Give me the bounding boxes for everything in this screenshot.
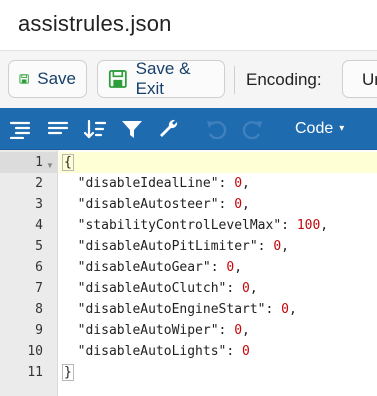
mode-selector[interactable]: Code ▾: [295, 120, 344, 138]
json-value: 0: [281, 302, 289, 317]
json-editor[interactable]: 1 ▼ 2 3 4 5 6 7 8 9 10 11 { "disableIdea…: [0, 150, 377, 396]
line-number: 8: [35, 302, 43, 317]
save-icon: [108, 70, 127, 88]
save-button[interactable]: Save: [8, 60, 87, 98]
line-number: 2: [35, 176, 43, 191]
save-exit-button[interactable]: Save & Exit: [97, 59, 225, 98]
editor-toolbar: Code ▾: [0, 108, 377, 150]
close-brace: }: [62, 364, 74, 381]
line-number: 10: [27, 344, 43, 359]
json-key: "disableAutoGear": [77, 260, 211, 275]
action-bar: Save Save & Exit Encoding: Ur: [0, 50, 377, 108]
save-button-label: Save: [37, 69, 76, 88]
fold-arrow-icon[interactable]: ▼: [46, 161, 54, 170]
json-separator: ,: [234, 260, 243, 275]
redo-icon[interactable]: [242, 119, 264, 139]
mode-label: Code: [295, 120, 334, 137]
code-line[interactable]: "disableIdealLine": 0,: [62, 173, 250, 194]
encoding-label: Encoding:: [246, 70, 322, 89]
compact-icon[interactable]: [47, 119, 69, 139]
code-line[interactable]: "disableAutoWiper": 0,: [62, 320, 250, 341]
code-line[interactable]: "disableAutoPitLimiter": 0,: [62, 236, 289, 257]
line-number: 1: [35, 155, 43, 170]
code-line[interactable]: "disableAutoClutch": 0,: [62, 278, 258, 299]
json-value: 100: [296, 218, 321, 233]
json-separator: ,: [242, 323, 250, 338]
save-icon: [19, 74, 29, 84]
open-brace: {: [62, 154, 74, 171]
save-exit-button-label: Save & Exit: [135, 59, 191, 98]
line-number: 7: [35, 281, 43, 296]
json-key: "stabilityControlLevelMax": [77, 218, 282, 233]
sort-icon[interactable]: [84, 119, 106, 139]
code-line-close-brace[interactable]: }: [62, 362, 74, 383]
code-line[interactable]: "disableAutosteer": 0,: [62, 194, 250, 215]
line-number: 11: [27, 365, 43, 380]
code-line[interactable]: "disableAutoGear": 0,: [62, 257, 242, 278]
json-value: 0: [242, 281, 250, 296]
json-separator: ,: [281, 239, 289, 254]
code-line[interactable]: "disableAutoLights": 0: [62, 341, 250, 362]
json-value: 0: [234, 323, 243, 338]
active-line-highlight: [59, 152, 377, 173]
json-key: "disableAutosteer": [77, 197, 219, 212]
caret-down-icon: ▾: [339, 123, 345, 134]
json-key: "disableAutoWiper": [77, 323, 219, 338]
json-value: 0: [273, 239, 282, 254]
json-value: 0: [242, 344, 250, 359]
undo-icon[interactable]: [205, 119, 227, 139]
line-number: 5: [35, 239, 43, 254]
json-separator: ,: [288, 302, 297, 317]
line-number: 9: [35, 323, 43, 338]
json-value: 0: [234, 197, 243, 212]
json-value: 0: [234, 176, 243, 191]
json-key: "disableAutoLights": [77, 344, 227, 359]
format-icon[interactable]: [9, 119, 31, 139]
file-title: assistrules.json: [18, 11, 172, 36]
json-key: "disableAutoEngineStart": [77, 302, 266, 317]
line-number: 3: [35, 197, 43, 212]
action-divider: [234, 66, 235, 94]
code-line-open-brace[interactable]: {: [62, 152, 74, 173]
code-line[interactable]: "stabilityControlLevelMax": 100,: [62, 215, 328, 236]
line-number: 4: [35, 218, 43, 233]
json-key: "disableAutoPitLimiter": [77, 239, 258, 254]
json-separator: ,: [249, 281, 258, 296]
json-separator: ,: [242, 197, 250, 212]
json-key: "disableAutoClutch": [77, 281, 227, 296]
repair-icon[interactable]: [158, 119, 180, 139]
encoding-select[interactable]: Ur: [342, 60, 377, 98]
line-number: 6: [35, 260, 43, 275]
json-separator: ,: [320, 218, 329, 233]
json-separator: ,: [242, 176, 250, 191]
code-line[interactable]: "disableAutoEngineStart": 0,: [62, 299, 297, 320]
title-bar: assistrules.json: [0, 0, 377, 50]
json-key: "disableIdealLine": [77, 176, 219, 191]
filter-icon[interactable]: [121, 119, 143, 139]
